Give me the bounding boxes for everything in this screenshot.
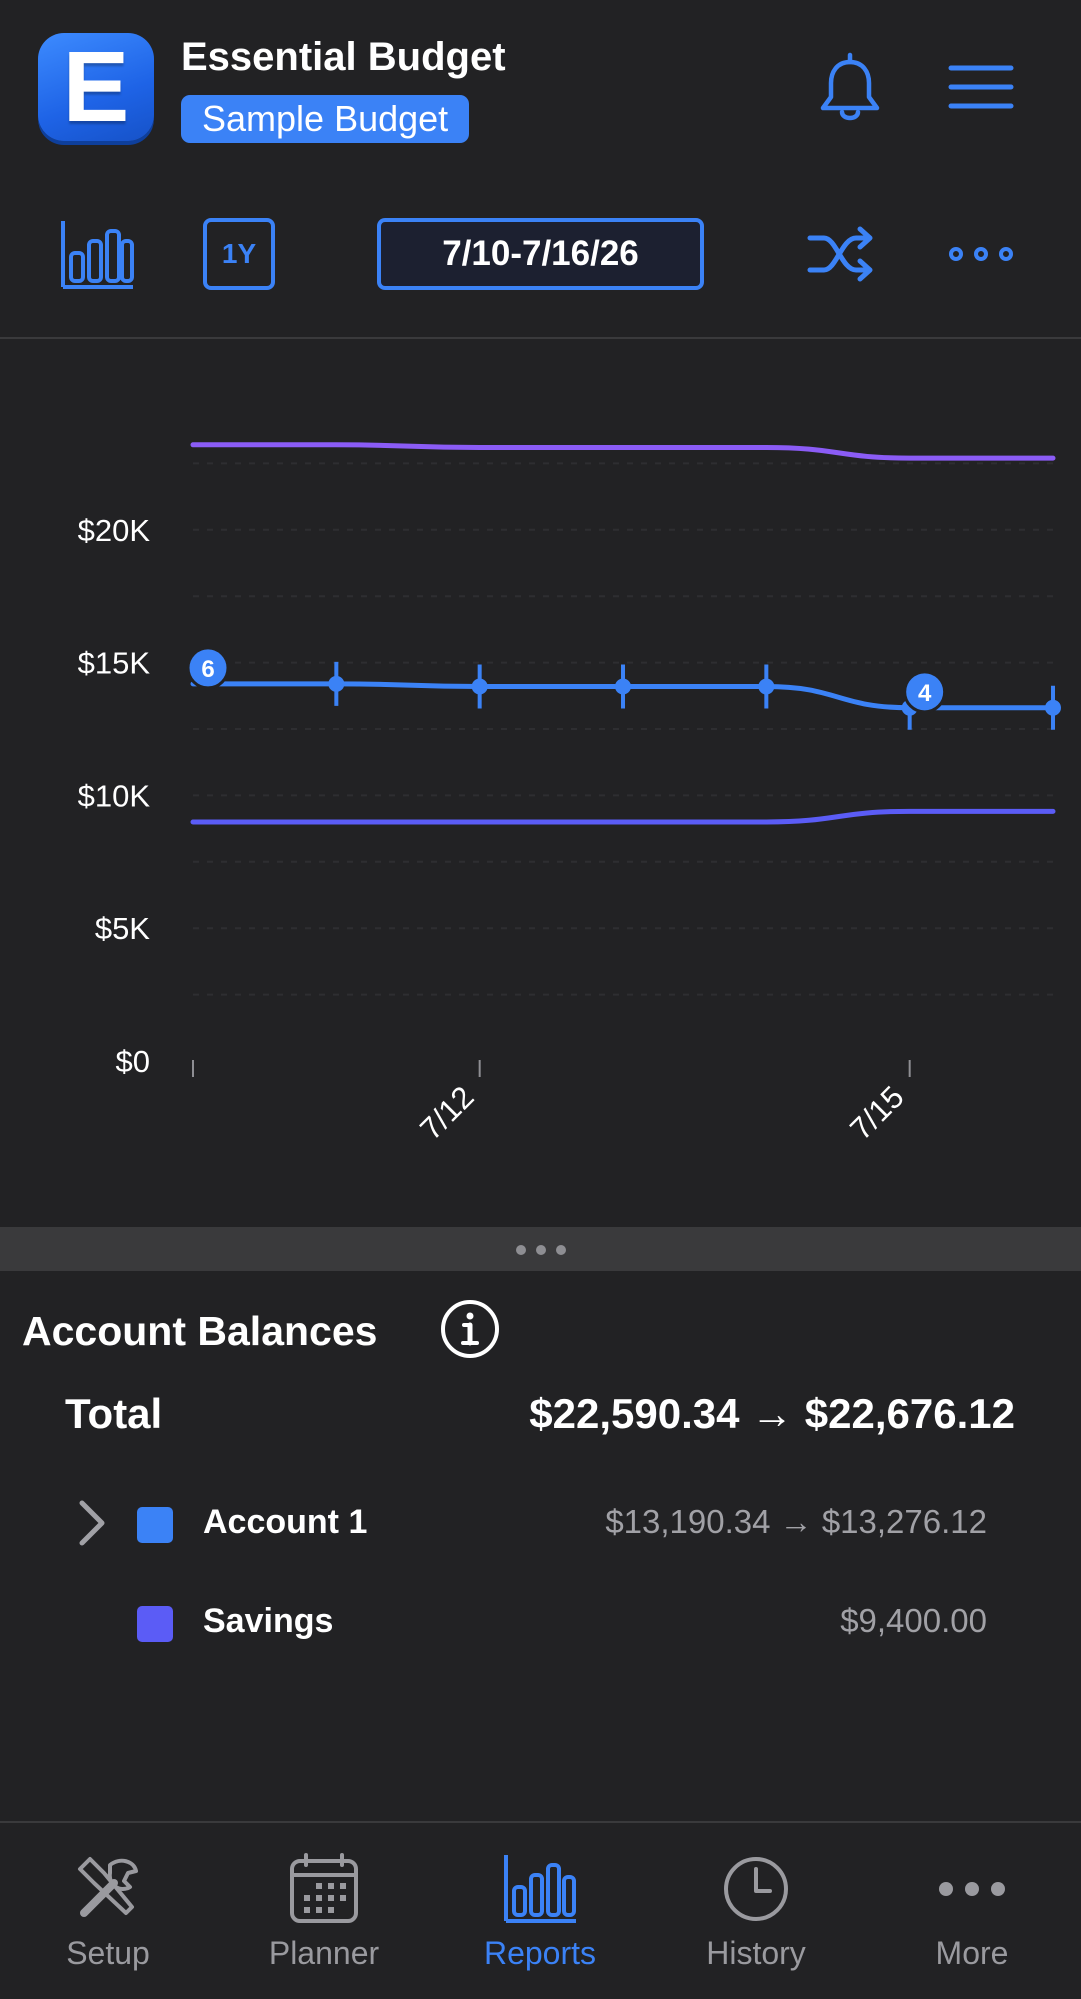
resize-handle[interactable]	[0, 1227, 1081, 1271]
balance-chart[interactable]: $0 $5K $10K $15K $20K 7/12 7/15 6 4	[0, 339, 1081, 1227]
account-name: Savings	[203, 1602, 334, 1640]
count-badge-label: 4	[918, 680, 932, 707]
account-name: Account 1	[203, 1503, 368, 1541]
account-color-swatch	[137, 1507, 173, 1543]
handle-dot	[516, 1245, 526, 1255]
x-tick-label: 7/12	[413, 1079, 480, 1146]
tab-label: Planner	[268, 1935, 380, 1971]
bell-icon[interactable]	[810, 50, 890, 130]
app-logo-letter: E	[62, 31, 130, 143]
clock-icon	[724, 1857, 788, 1921]
y-tick-label: $15K	[78, 646, 151, 681]
savings-series-line	[190, 808, 1056, 825]
tab-reports[interactable]: Reports	[432, 1823, 648, 1999]
tab-label: History	[706, 1935, 806, 1971]
data-point	[328, 675, 345, 692]
chevron-right-icon[interactable]	[72, 1497, 112, 1549]
info-icon[interactable]	[439, 1298, 501, 1360]
x-tick-label: 7/15	[843, 1079, 910, 1146]
shuffle-icon[interactable]	[806, 224, 876, 284]
budget-selector-badge[interactable]: Sample Budget	[181, 95, 470, 143]
header: E Essential Budget Sample Budget	[0, 0, 1081, 176]
bar-chart-icon	[504, 1855, 576, 1923]
handle-dot	[556, 1245, 566, 1255]
y-tick-label: $0	[116, 1044, 150, 1079]
y-tick-label: $10K	[78, 778, 151, 813]
section-title: Account Balances	[22, 1308, 378, 1354]
more-options-icon[interactable]	[946, 240, 1016, 268]
tab-history[interactable]: History	[648, 1823, 864, 1999]
total-label: Total	[65, 1390, 163, 1437]
app-logo: E	[38, 33, 154, 141]
calendar-icon	[290, 1853, 358, 1923]
y-tick-label: $5K	[95, 911, 150, 946]
account-row[interactable]: Account 1 $13,190.34 → $13,276.12	[0, 1486, 1081, 1556]
data-point	[1045, 699, 1061, 716]
y-tick-label: $20K	[78, 513, 151, 548]
report-toolbar: 1Y 7/10-7/16/26	[0, 176, 1081, 339]
menu-icon[interactable]	[946, 60, 1016, 114]
balance-chart-svg: $0 $5K $10K $15K $20K 7/12 7/15 6 4	[78, 442, 1061, 1147]
range-button[interactable]: 1Y	[203, 218, 275, 290]
tab-more[interactable]: More	[864, 1823, 1080, 1999]
handle-dot	[536, 1245, 546, 1255]
account-row[interactable]: Savings $9,400.00	[0, 1585, 1081, 1655]
total-value: $22,590.34 → $22,676.12	[529, 1390, 1015, 1437]
tools-icon	[78, 1857, 138, 1917]
account-balances-section: Account Balances Total $22,590.34 → $22,…	[0, 1271, 1081, 1821]
data-point	[471, 678, 488, 695]
account-value: $13,190.34 → $13,276.12	[605, 1503, 987, 1540]
data-point	[615, 678, 631, 695]
account-color-swatch	[137, 1606, 173, 1642]
tab-bar: Setup Planner Reports History More	[0, 1821, 1081, 1999]
tab-label: Reports	[483, 1935, 597, 1971]
app-title: Essential Budget	[181, 35, 506, 79]
data-point	[758, 678, 775, 695]
count-badge-label: 6	[201, 656, 214, 683]
tab-label: Setup	[66, 1935, 150, 1971]
more-icon	[939, 1882, 1005, 1896]
date-range-button[interactable]: 7/10-7/16/26	[377, 218, 704, 290]
chart-type-icon[interactable]	[58, 213, 138, 293]
total-series-line	[190, 442, 1056, 461]
account-value: $9,400.00	[840, 1602, 987, 1639]
tab-setup[interactable]: Setup	[0, 1823, 216, 1999]
tab-planner[interactable]: Planner	[216, 1823, 432, 1999]
tab-label: More	[935, 1935, 1009, 1971]
